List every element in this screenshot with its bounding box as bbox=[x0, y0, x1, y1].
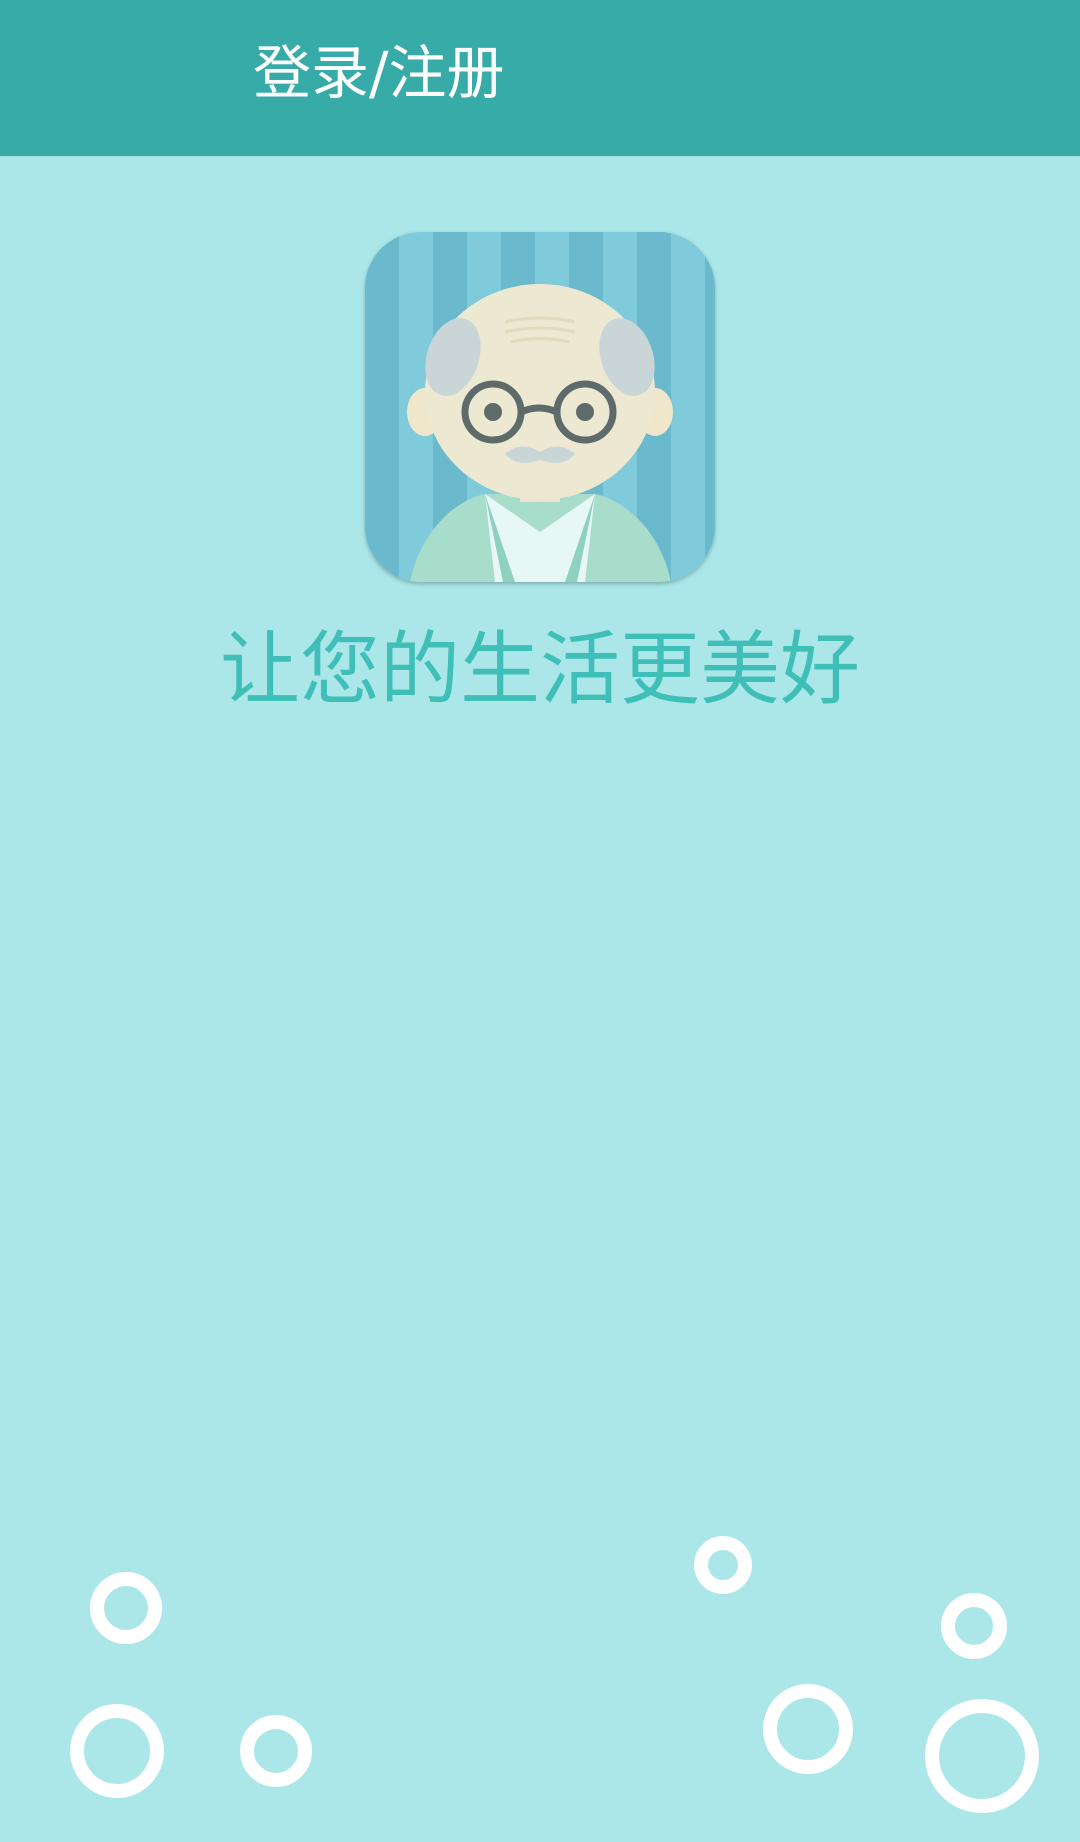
bubble-ring-icon bbox=[70, 1704, 164, 1798]
bubble-ring-icon bbox=[694, 1536, 752, 1594]
bubble-ring-icon bbox=[763, 1684, 853, 1774]
app-header: 登录/注册 bbox=[0, 0, 1080, 156]
bubble-decoration bbox=[0, 1500, 1080, 1842]
slogan-text: 让您的生活更美好 bbox=[220, 623, 860, 716]
bubble-ring-icon bbox=[941, 1593, 1007, 1659]
login-register-title[interactable]: 登录/注册 bbox=[253, 37, 505, 109]
elderly-man-avatar-icon bbox=[365, 232, 715, 582]
bubble-ring-icon bbox=[90, 1572, 162, 1644]
bubble-ring-icon bbox=[240, 1715, 312, 1787]
bubble-ring-icon bbox=[925, 1699, 1039, 1813]
